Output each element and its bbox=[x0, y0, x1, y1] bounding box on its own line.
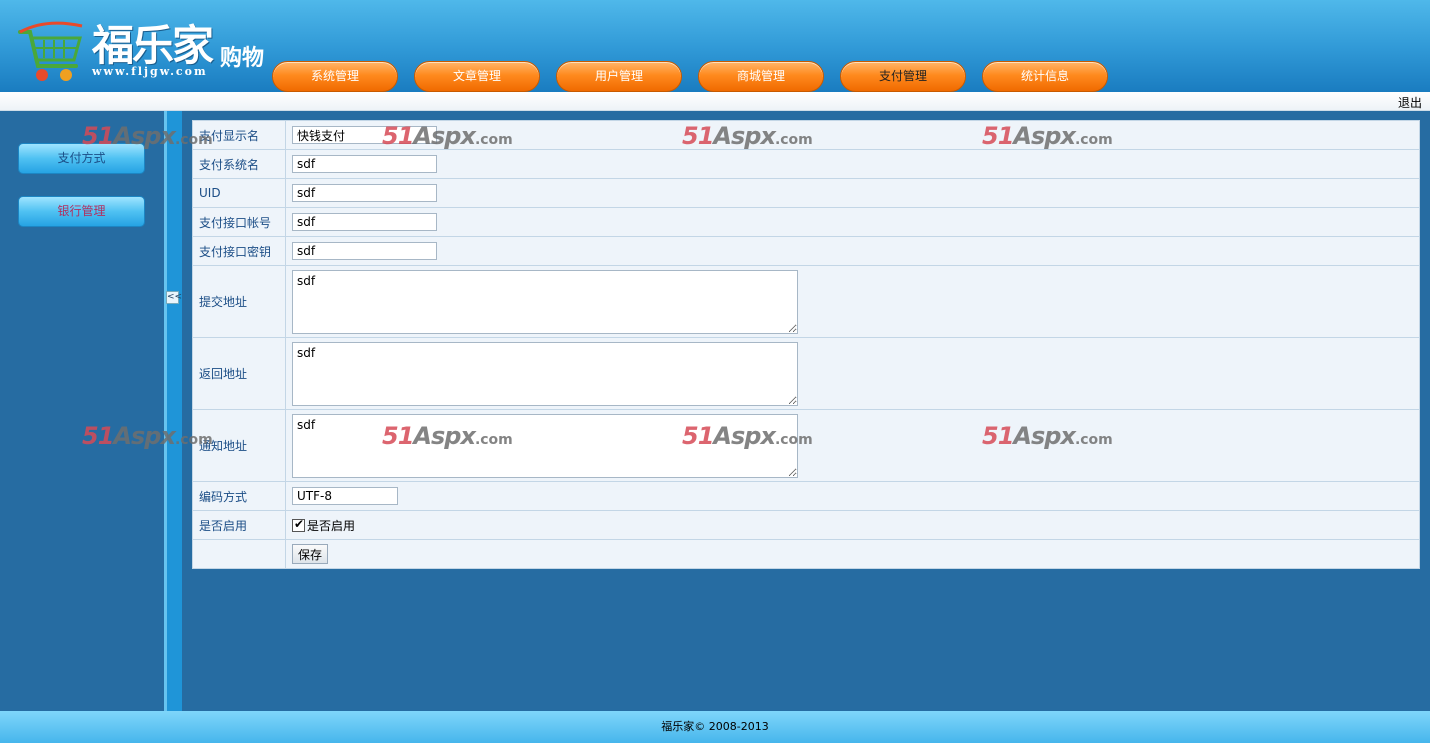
sidebar-item-bank-management[interactable]: 银行管理 bbox=[18, 196, 145, 227]
form-row-return-url: 返回地址 sdf bbox=[192, 337, 1420, 410]
submit-url-textarea[interactable]: sdf bbox=[292, 269, 798, 334]
form-row-encoding: 编码方式 bbox=[192, 481, 1420, 511]
nav-item-articles[interactable]: 文章管理 bbox=[414, 61, 540, 92]
form-row-enabled: 是否启用 是否启用 bbox=[192, 510, 1420, 540]
nav-item-mall[interactable]: 商城管理 bbox=[698, 61, 824, 92]
nav-item-users[interactable]: 用户管理 bbox=[556, 61, 682, 92]
brand-suffix: 购物 bbox=[220, 46, 265, 71]
submit-url-label: 提交地址 bbox=[192, 265, 286, 338]
key-input[interactable] bbox=[292, 242, 437, 260]
brand-name: 福乐家 bbox=[92, 21, 214, 70]
header: 福乐家 购物 www.fljgw.com 系统管理 文章管理 用户管理 商城管理… bbox=[0, 0, 1430, 92]
system-name-input[interactable] bbox=[292, 155, 437, 173]
logo[interactable]: 福乐家 购物 www.fljgw.com bbox=[16, 10, 276, 86]
sidebar-splitter[interactable]: << bbox=[164, 111, 182, 711]
enabled-checkbox-group[interactable]: 是否启用 bbox=[292, 517, 1413, 534]
collapse-sidebar-icon[interactable]: << bbox=[166, 291, 182, 304]
footer: 福乐家© 2008-2013 bbox=[0, 711, 1430, 743]
enabled-checkbox-label[interactable]: 是否启用 bbox=[307, 517, 355, 534]
display-name-input[interactable] bbox=[292, 126, 437, 144]
uid-input[interactable] bbox=[292, 184, 437, 202]
form-row-notify-url: 通知地址 sdf bbox=[192, 409, 1420, 482]
copyright-text: 福乐家© 2008-2013 bbox=[661, 720, 769, 733]
form-row-display-name: 支付显示名 bbox=[192, 120, 1420, 150]
encoding-input[interactable] bbox=[292, 487, 398, 505]
nav-item-payment[interactable]: 支付管理 bbox=[840, 61, 966, 92]
system-name-label: 支付系统名 bbox=[192, 149, 286, 179]
sidebar-item-payment-methods[interactable]: 支付方式 bbox=[18, 143, 145, 174]
return-url-textarea[interactable]: sdf bbox=[292, 341, 798, 406]
form-row-uid: UID bbox=[192, 178, 1420, 208]
return-url-label: 返回地址 bbox=[192, 337, 286, 410]
save-button[interactable]: 保存 bbox=[292, 544, 329, 564]
key-label: 支付接口密钥 bbox=[192, 236, 286, 266]
shopping-cart-icon bbox=[18, 21, 83, 81]
form-row-account: 支付接口帐号 bbox=[192, 207, 1420, 237]
nav-item-statistics[interactable]: 统计信息 bbox=[982, 61, 1108, 92]
nav-item-system[interactable]: 系统管理 bbox=[272, 61, 398, 92]
enabled-label: 是否启用 bbox=[192, 510, 286, 540]
display-name-label: 支付显示名 bbox=[192, 120, 286, 150]
enabled-checkbox[interactable] bbox=[292, 517, 305, 532]
form-table: 支付显示名 支付系统名 UID 支付接口帐号 支付接口密钥 提交地址 sdf 返… bbox=[192, 120, 1420, 569]
payment-edit-form: 支付显示名 支付系统名 UID 支付接口帐号 支付接口密钥 提交地址 sdf 返… bbox=[192, 120, 1420, 569]
uid-label: UID bbox=[192, 178, 286, 208]
form-row-submit-url: 提交地址 sdf bbox=[192, 265, 1420, 338]
top-bar: 退出 bbox=[0, 92, 1430, 111]
encoding-label: 编码方式 bbox=[192, 481, 286, 511]
sidebar: 支付方式 银行管理 bbox=[0, 111, 164, 711]
logout-link[interactable]: 退出 bbox=[1398, 94, 1422, 111]
form-row-system-name: 支付系统名 bbox=[192, 149, 1420, 179]
account-label: 支付接口帐号 bbox=[192, 207, 286, 237]
notify-url-label: 通知地址 bbox=[192, 409, 286, 482]
account-input[interactable] bbox=[292, 213, 437, 231]
form-row-key: 支付接口密钥 bbox=[192, 236, 1420, 266]
form-row-actions: 保存 bbox=[192, 539, 1420, 569]
notify-url-textarea[interactable]: sdf bbox=[292, 413, 798, 478]
brand-domain: www.fljgw.com bbox=[92, 65, 208, 78]
